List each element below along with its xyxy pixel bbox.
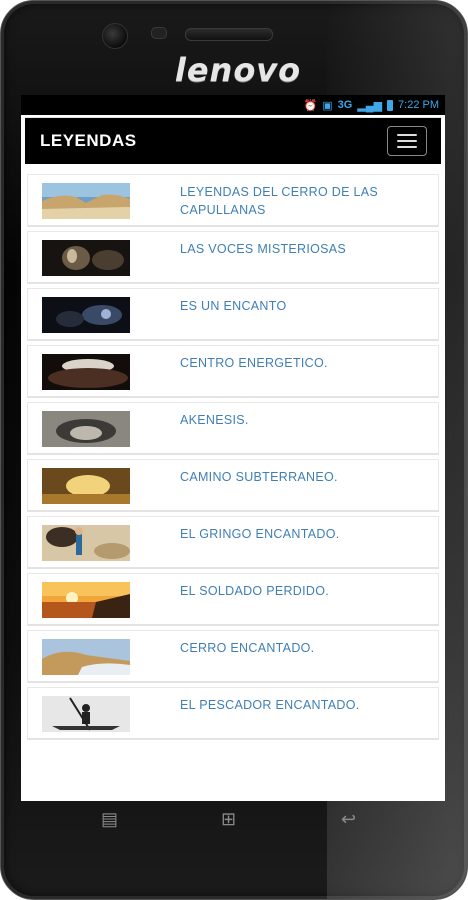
- legend-title: EL GRINGO ENCANTADO.: [180, 527, 340, 541]
- network-type: 3G: [337, 99, 353, 111]
- legend-title: CERRO ENCANTADO.: [180, 641, 315, 655]
- legend-title: AKENESIS.: [180, 413, 249, 427]
- legend-title: EL SOLDADO PERDIDO.: [180, 584, 330, 598]
- sunlit-tunnel-thumbnail: [42, 468, 130, 504]
- legend-title: EL PESCADOR ENCANTADO.: [180, 698, 360, 712]
- menu-key-icon[interactable]: ▤: [101, 809, 118, 830]
- earpiece-speaker: [185, 28, 273, 41]
- list-item[interactable]: EL SOLDADO PERDIDO.: [27, 573, 439, 626]
- hill-beach-thumbnail: [42, 639, 130, 675]
- back-key-icon[interactable]: ↩: [341, 809, 356, 830]
- fisherman-thumbnail: [42, 696, 130, 732]
- legend-title: LAS VOCES MISTERIOSAS: [180, 242, 347, 256]
- dark-cave-thumbnail: [42, 240, 130, 276]
- proximity-sensor-icon: [151, 27, 167, 39]
- home-key-icon[interactable]: ⊞: [221, 809, 236, 830]
- screen: ⏰ ▣ 3G ▂▄▆ 7:22 PM LEYENDAS LEYENDAS DEL…: [21, 95, 445, 801]
- legend-title: LEYENDAS DEL CERRO DE LAS CAPULLANAS: [180, 185, 379, 217]
- brand-logo: lenovo: [174, 51, 302, 89]
- status-time: 7:22 PM: [398, 99, 439, 111]
- legend-title: CENTRO ENERGETICO.: [180, 356, 328, 370]
- list-item[interactable]: CAMINO SUBTERRANEO.: [27, 459, 439, 512]
- person-cave-thumbnail: [42, 525, 130, 561]
- coastal-cliff-thumbnail: [42, 183, 130, 219]
- list-item[interactable]: CENTRO ENERGETICO.: [27, 345, 439, 398]
- list-item[interactable]: AKENESIS.: [27, 402, 439, 455]
- sunset-sea-thumbnail: [42, 582, 130, 618]
- list-item[interactable]: CERRO ENCANTADO.: [27, 630, 439, 683]
- cave-blue-thumbnail: [42, 297, 130, 333]
- status-bar: ⏰ ▣ 3G ▂▄▆ 7:22 PM: [21, 95, 445, 115]
- hamburger-menu-icon[interactable]: [387, 126, 427, 156]
- app-bar: LEYENDAS: [25, 117, 441, 164]
- sim-icon: ▣: [322, 99, 333, 112]
- signal-icon: ▂▄▆: [357, 99, 383, 112]
- list-item[interactable]: ES UN ENCANTO: [27, 288, 439, 341]
- legend-title: CAMINO SUBTERRANEO.: [180, 470, 338, 484]
- list-item[interactable]: EL GRINGO ENCANTADO.: [27, 516, 439, 569]
- phone-frame: lenovo ⏰ ▣ 3G ▂▄▆ 7:22 PM LEYENDAS LEYEN…: [0, 0, 468, 900]
- rock-tunnel-thumbnail: [42, 411, 130, 447]
- front-camera-icon: [102, 23, 128, 49]
- list-item[interactable]: EL PESCADOR ENCANTADO.: [27, 687, 439, 740]
- page-title: LEYENDAS: [40, 131, 137, 150]
- legend-list: LEYENDAS DEL CERRO DE LAS CAPULLANAS LAS…: [27, 174, 439, 740]
- alarm-icon: ⏰: [303, 99, 318, 112]
- cave-opening-thumbnail: [42, 354, 130, 390]
- legend-title: ES UN ENCANTO: [180, 299, 287, 313]
- battery-icon: [387, 99, 394, 111]
- list-item[interactable]: LEYENDAS DEL CERRO DE LAS CAPULLANAS: [27, 174, 439, 227]
- list-item[interactable]: LAS VOCES MISTERIOSAS: [27, 231, 439, 284]
